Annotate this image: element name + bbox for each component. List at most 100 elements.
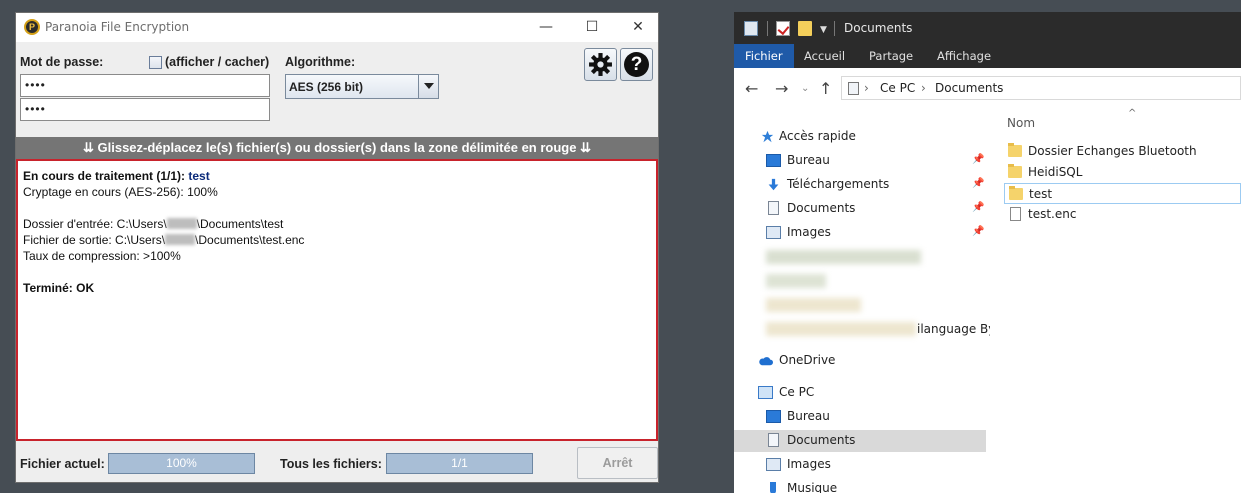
redacted-sidebar-item [766, 298, 861, 312]
algorithm-value: AES (256 bit) [289, 80, 364, 94]
drop-instructions-banner: ⇊ Glissez-déplacez le(s) fichier(s) ou d… [16, 137, 658, 159]
log-output-prefix: Fichier de sortie: C:\Users\ [23, 233, 166, 247]
sidebar-item-label: Documents [787, 201, 856, 215]
password-label: Mot de passe: [20, 55, 104, 69]
sidebar-item-label: Accès rapide [779, 129, 856, 143]
pin-icon[interactable]: 📌 [972, 202, 984, 213]
pin-icon[interactable]: 📌 [972, 178, 984, 189]
address-bar[interactable]: › Ce PC › Documents [841, 76, 1241, 100]
settings-button[interactable] [584, 48, 617, 81]
close-button[interactable]: ✕ [615, 13, 661, 42]
minimize-button[interactable]: — [523, 13, 569, 42]
star-icon [761, 130, 774, 143]
log-processing-prefix: En cours de traitement (1/1): [23, 169, 186, 183]
sidebar-item-onedrive[interactable]: OneDrive [734, 350, 986, 372]
list-item[interactable]: test [1004, 183, 1241, 204]
maximize-button[interactable]: ☐ [569, 13, 615, 42]
log-encrypting-line: Cryptage en cours (AES-256): 100% [23, 185, 218, 199]
download-arrow-icon [768, 178, 779, 191]
pin-icon[interactable]: 📌 [972, 154, 984, 165]
documents-location-icon [848, 82, 859, 95]
sidebar-item-bureau[interactable]: Bureau 📌 [734, 150, 986, 172]
folder-icon [1008, 164, 1022, 178]
sidebar-item-quick-access[interactable]: Accès rapide [734, 126, 986, 148]
sidebar-item-this-pc[interactable]: Ce PC [734, 382, 986, 404]
tab-partage[interactable]: Partage [869, 44, 913, 68]
explorer-window: ▼ Documents Fichier Accueil Partage Affi… [734, 12, 1241, 493]
chevron-down-icon[interactable] [418, 75, 438, 98]
sidebar-item-downloads[interactable]: Téléchargements 📌 [734, 174, 986, 196]
toolbar-separator [767, 21, 768, 36]
checkmark-icon[interactable] [776, 21, 790, 36]
pictures-icon [766, 226, 781, 239]
file-name: test [1029, 187, 1053, 201]
algorithm-label: Algorithme: [285, 55, 356, 69]
list-item[interactable]: test.enc [1004, 204, 1241, 225]
navigation-pane: Accès rapide Bureau 📌 Téléchargements 📌 … [734, 120, 995, 493]
redacted-username [166, 218, 197, 229]
chevron-down-icon[interactable]: ▼ [820, 26, 827, 35]
redacted-sidebar-item [766, 274, 826, 288]
sidebar-item-label: Bureau [787, 153, 830, 167]
sidebar-item-label: Musique [787, 481, 838, 493]
explorer-title: Documents [844, 21, 913, 35]
up-arrow-icon[interactable]: ↑ [819, 79, 832, 98]
file-name: test.enc [1028, 207, 1077, 221]
sidebar-item-label: Ce PC [779, 385, 815, 399]
title-bar[interactable]: P Paranoia File Encryption — ☐ ✕ [16, 13, 658, 42]
recent-locations-icon[interactable]: ⌄ [801, 83, 809, 94]
all-files-label: Tous les fichiers: [280, 457, 382, 471]
redacted-username [165, 234, 196, 245]
algorithm-select[interactable]: AES (256 bit) [285, 74, 439, 99]
list-item[interactable]: Dossier Echanges Bluetooth [1004, 141, 1241, 162]
music-icon [770, 482, 776, 493]
gear-icon [589, 53, 612, 76]
sidebar-item-label: Documents [787, 433, 856, 447]
breadcrumb-separator: › [921, 81, 926, 95]
sidebar-item-pc-documents[interactable]: Documents [734, 430, 986, 452]
log-output-suffix: \Documents\test.enc [195, 233, 305, 247]
stop-button[interactable]: Arrêt [577, 447, 658, 479]
new-folder-icon[interactable] [798, 21, 812, 36]
tab-fichier[interactable]: Fichier [734, 44, 794, 68]
sidebar-item-documents[interactable]: Documents 📌 [734, 198, 986, 220]
sort-ascending-icon: ^ [1128, 108, 1137, 119]
computer-icon [758, 386, 773, 399]
sidebar-item-images[interactable]: Images 📌 [734, 222, 986, 244]
password-field[interactable]: •••• [20, 74, 270, 97]
folder-icon [1008, 143, 1022, 157]
sidebar-item-pc-music[interactable]: Musique [734, 478, 986, 493]
column-header-name[interactable]: Nom [1007, 116, 1035, 130]
file-name: Dossier Echanges Bluetooth [1028, 144, 1197, 158]
file-icon [1010, 207, 1021, 221]
drop-zone[interactable]: En cours de traitement (1/1): test Crypt… [16, 159, 658, 441]
show-hide-label[interactable]: (afficher / cacher) [165, 55, 269, 69]
file-list: ^ Nom Dossier Echanges Bluetooth HeidiSQ… [990, 108, 1241, 493]
show-password-checkbox[interactable] [149, 56, 162, 69]
log-output-line: Fichier de sortie: C:\Users\ \Documents\t… [23, 233, 304, 247]
tab-affichage[interactable]: Affichage [937, 44, 991, 68]
breadcrumb-ce-pc[interactable]: Ce PC [880, 81, 915, 95]
password-confirm-field[interactable]: •••• [20, 98, 270, 121]
pin-icon[interactable]: 📌 [972, 226, 984, 237]
address-row: ← → ⌄ ↑ › Ce PC › Documents [734, 68, 1241, 108]
properties-icon[interactable] [744, 21, 758, 36]
sidebar-item-pc-images[interactable]: Images [734, 454, 986, 476]
sidebar-item-label: OneDrive [779, 353, 836, 367]
log-input-line: Dossier d'entrée: C:\Users\ \Documents\te… [23, 217, 283, 231]
sidebar-item-label: Bureau [787, 409, 830, 423]
back-arrow-icon[interactable]: ← [745, 79, 758, 98]
help-icon: ? [624, 52, 649, 77]
app-icon: P [24, 19, 40, 35]
help-button[interactable]: ? [620, 48, 653, 81]
sidebar-item-pc-bureau[interactable]: Bureau [734, 406, 986, 428]
sidebar-item-partial-label: ilanguage By [917, 322, 996, 336]
list-item[interactable]: HeidiSQL [1004, 162, 1241, 183]
breadcrumb-documents[interactable]: Documents [935, 81, 1003, 95]
tab-accueil[interactable]: Accueil [804, 44, 845, 68]
explorer-title-bar[interactable]: ▼ Documents [734, 12, 1241, 44]
document-icon [768, 433, 779, 447]
forward-arrow-icon[interactable]: → [775, 79, 788, 98]
all-files-progress: 1/1 [386, 453, 533, 474]
breadcrumb-separator: › [864, 81, 869, 95]
